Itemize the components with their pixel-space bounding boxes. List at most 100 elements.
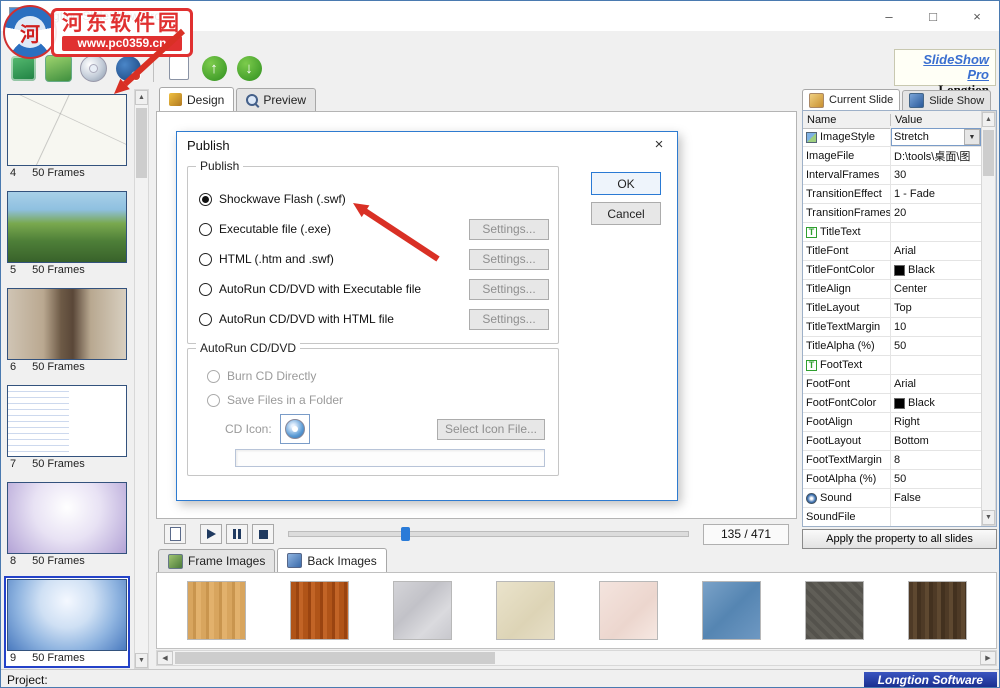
radio-unselected[interactable]	[199, 283, 212, 296]
property-value[interactable]	[891, 223, 981, 241]
property-row[interactable]: TitleText	[803, 223, 981, 242]
tab-design[interactable]: Design	[159, 87, 234, 111]
tab-back-images[interactable]: Back Images	[277, 548, 386, 572]
property-value[interactable]: D:\tools\桌面\图	[891, 147, 981, 165]
property-value[interactable]: 10	[891, 318, 981, 336]
property-grid-scrollbar[interactable]: ▲ ▼	[981, 111, 996, 526]
slide-thumbnail-6[interactable]: 650 Frames	[4, 285, 130, 377]
texture-thumbnail-gray-marble[interactable]	[393, 581, 452, 640]
property-row[interactable]: IntervalFrames30	[803, 166, 981, 185]
green-up-arrow-icon-button[interactable]: ↑	[198, 51, 230, 85]
tab-current-slide[interactable]: Current Slide	[802, 89, 900, 110]
slide-thumbnail-7[interactable]: 750 Frames	[4, 382, 130, 474]
property-value[interactable]: False	[891, 489, 981, 507]
settings-button[interactable]: Settings...	[469, 309, 549, 330]
property-row[interactable]: FootText	[803, 356, 981, 375]
radio-unselected[interactable]	[199, 223, 212, 236]
radio-selected[interactable]	[199, 193, 212, 206]
scroll-thumb[interactable]	[175, 652, 495, 664]
scroll-up-icon[interactable]: ▲	[135, 90, 148, 105]
property-row[interactable]: TransitionEffect1 - Fade	[803, 185, 981, 204]
green-down-arrow-icon-button[interactable]: ↓	[233, 51, 265, 85]
property-row[interactable]: ImageFileD:\tools\桌面\图	[803, 147, 981, 166]
property-value[interactable]	[891, 508, 981, 526]
property-value[interactable]: 1 - Fade	[891, 185, 981, 203]
slider-thumb[interactable]	[401, 527, 410, 541]
property-row[interactable]: TitleAlpha (%)50	[803, 337, 981, 356]
radio-unselected[interactable]	[199, 253, 212, 266]
property-value[interactable]: 30	[891, 166, 981, 184]
slide-thumbnail-5[interactable]: 550 Frames	[4, 188, 130, 280]
property-row[interactable]: FootLayoutBottom	[803, 432, 981, 451]
settings-button[interactable]: Settings...	[469, 249, 549, 270]
property-value[interactable]: Top	[891, 299, 981, 317]
radio-unselected[interactable]	[199, 313, 212, 326]
new-frame-button[interactable]	[164, 524, 186, 544]
slide-thumbnail-9[interactable]: 950 Frames	[4, 576, 130, 668]
apply-to-all-slides-button[interactable]: Apply the property to all slides	[802, 529, 997, 549]
tab-preview[interactable]: Preview	[236, 88, 316, 111]
property-row[interactable]: TitleFontArial	[803, 242, 981, 261]
stop-button[interactable]	[252, 524, 274, 544]
tab-slide-show[interactable]: Slide Show	[902, 90, 991, 110]
texture-thumbnail-dark-wood[interactable]	[908, 581, 967, 640]
texture-thumbnail-beige-sand[interactable]	[496, 581, 555, 640]
property-value[interactable]	[891, 356, 981, 374]
scroll-thumb[interactable]	[983, 130, 994, 176]
ok-button[interactable]: OK	[591, 172, 661, 195]
property-row[interactable]: ImageStyleStretch▼	[803, 128, 981, 147]
tab-frame-images[interactable]: Frame Images	[158, 549, 275, 572]
cancel-button[interactable]: Cancel	[591, 202, 661, 225]
property-row[interactable]: SoundFalse	[803, 489, 981, 508]
icon-path-input[interactable]	[235, 449, 545, 467]
property-row[interactable]: TitleFontColorBlack	[803, 261, 981, 280]
dialog-titlebar[interactable]: Publish ×	[177, 132, 677, 158]
property-value[interactable]: Arial	[891, 242, 981, 260]
property-row[interactable]: SoundFile	[803, 508, 981, 526]
slide-thumbnail-8[interactable]: 850 Frames	[4, 479, 130, 571]
property-row[interactable]: TitleTextMargin10	[803, 318, 981, 337]
property-value[interactable]: Stretch▼	[891, 128, 981, 146]
texture-thumbnail-pink-paper[interactable]	[599, 581, 658, 640]
property-value[interactable]: Right	[891, 413, 981, 431]
scroll-up-icon[interactable]: ▲	[982, 112, 995, 127]
property-value[interactable]: 8	[891, 451, 981, 469]
dialog-close-icon[interactable]: ×	[647, 135, 671, 155]
pause-button[interactable]	[226, 524, 248, 544]
scroll-left-icon[interactable]: ◀	[157, 651, 173, 665]
property-row[interactable]: FootAlpha (%)50	[803, 470, 981, 489]
property-row[interactable]: FootTextMargin8	[803, 451, 981, 470]
scroll-down-icon[interactable]: ▼	[135, 653, 148, 668]
scroll-thumb[interactable]	[136, 108, 147, 178]
property-row[interactable]: TitleLayoutTop	[803, 299, 981, 318]
select-icon-file-button[interactable]: Select Icon File...	[437, 419, 545, 440]
maximize-button[interactable]: □	[911, 1, 955, 31]
property-row[interactable]: TitleAlignCenter	[803, 280, 981, 299]
property-value[interactable]: 50	[891, 470, 981, 488]
textures-scrollbar[interactable]: ◀ ▶	[156, 650, 997, 666]
property-value[interactable]: Center	[891, 280, 981, 298]
property-value[interactable]: Black	[891, 261, 981, 279]
property-value[interactable]: 20	[891, 204, 981, 222]
texture-thumbnail-red-wood[interactable]	[290, 581, 349, 640]
texture-thumbnail-light-wood[interactable]	[187, 581, 246, 640]
property-row[interactable]: TransitionFrames20	[803, 204, 981, 223]
property-row[interactable]: FootFontArial	[803, 375, 981, 394]
settings-button[interactable]: Settings...	[469, 279, 549, 300]
property-row[interactable]: FootFontColorBlack	[803, 394, 981, 413]
property-row[interactable]: FootAlignRight	[803, 413, 981, 432]
property-value[interactable]: Arial	[891, 375, 981, 393]
slide-list-scrollbar[interactable]: ▲ ▼	[134, 89, 149, 669]
play-button[interactable]	[200, 524, 222, 544]
frame-slider[interactable]	[288, 531, 689, 537]
minimize-button[interactable]: –	[867, 1, 911, 31]
slide-thumbnail-4[interactable]: 450 Frames	[4, 91, 130, 183]
texture-thumbnail-dark-rock[interactable]	[805, 581, 864, 640]
close-button[interactable]: ×	[955, 1, 999, 31]
texture-thumbnail-blue-stone[interactable]	[702, 581, 761, 640]
scroll-down-icon[interactable]: ▼	[982, 510, 995, 525]
property-value[interactable]: 50	[891, 337, 981, 355]
property-value[interactable]: Black	[891, 394, 981, 412]
scroll-right-icon[interactable]: ▶	[980, 651, 996, 665]
dropdown-button[interactable]: ▼	[964, 129, 980, 145]
